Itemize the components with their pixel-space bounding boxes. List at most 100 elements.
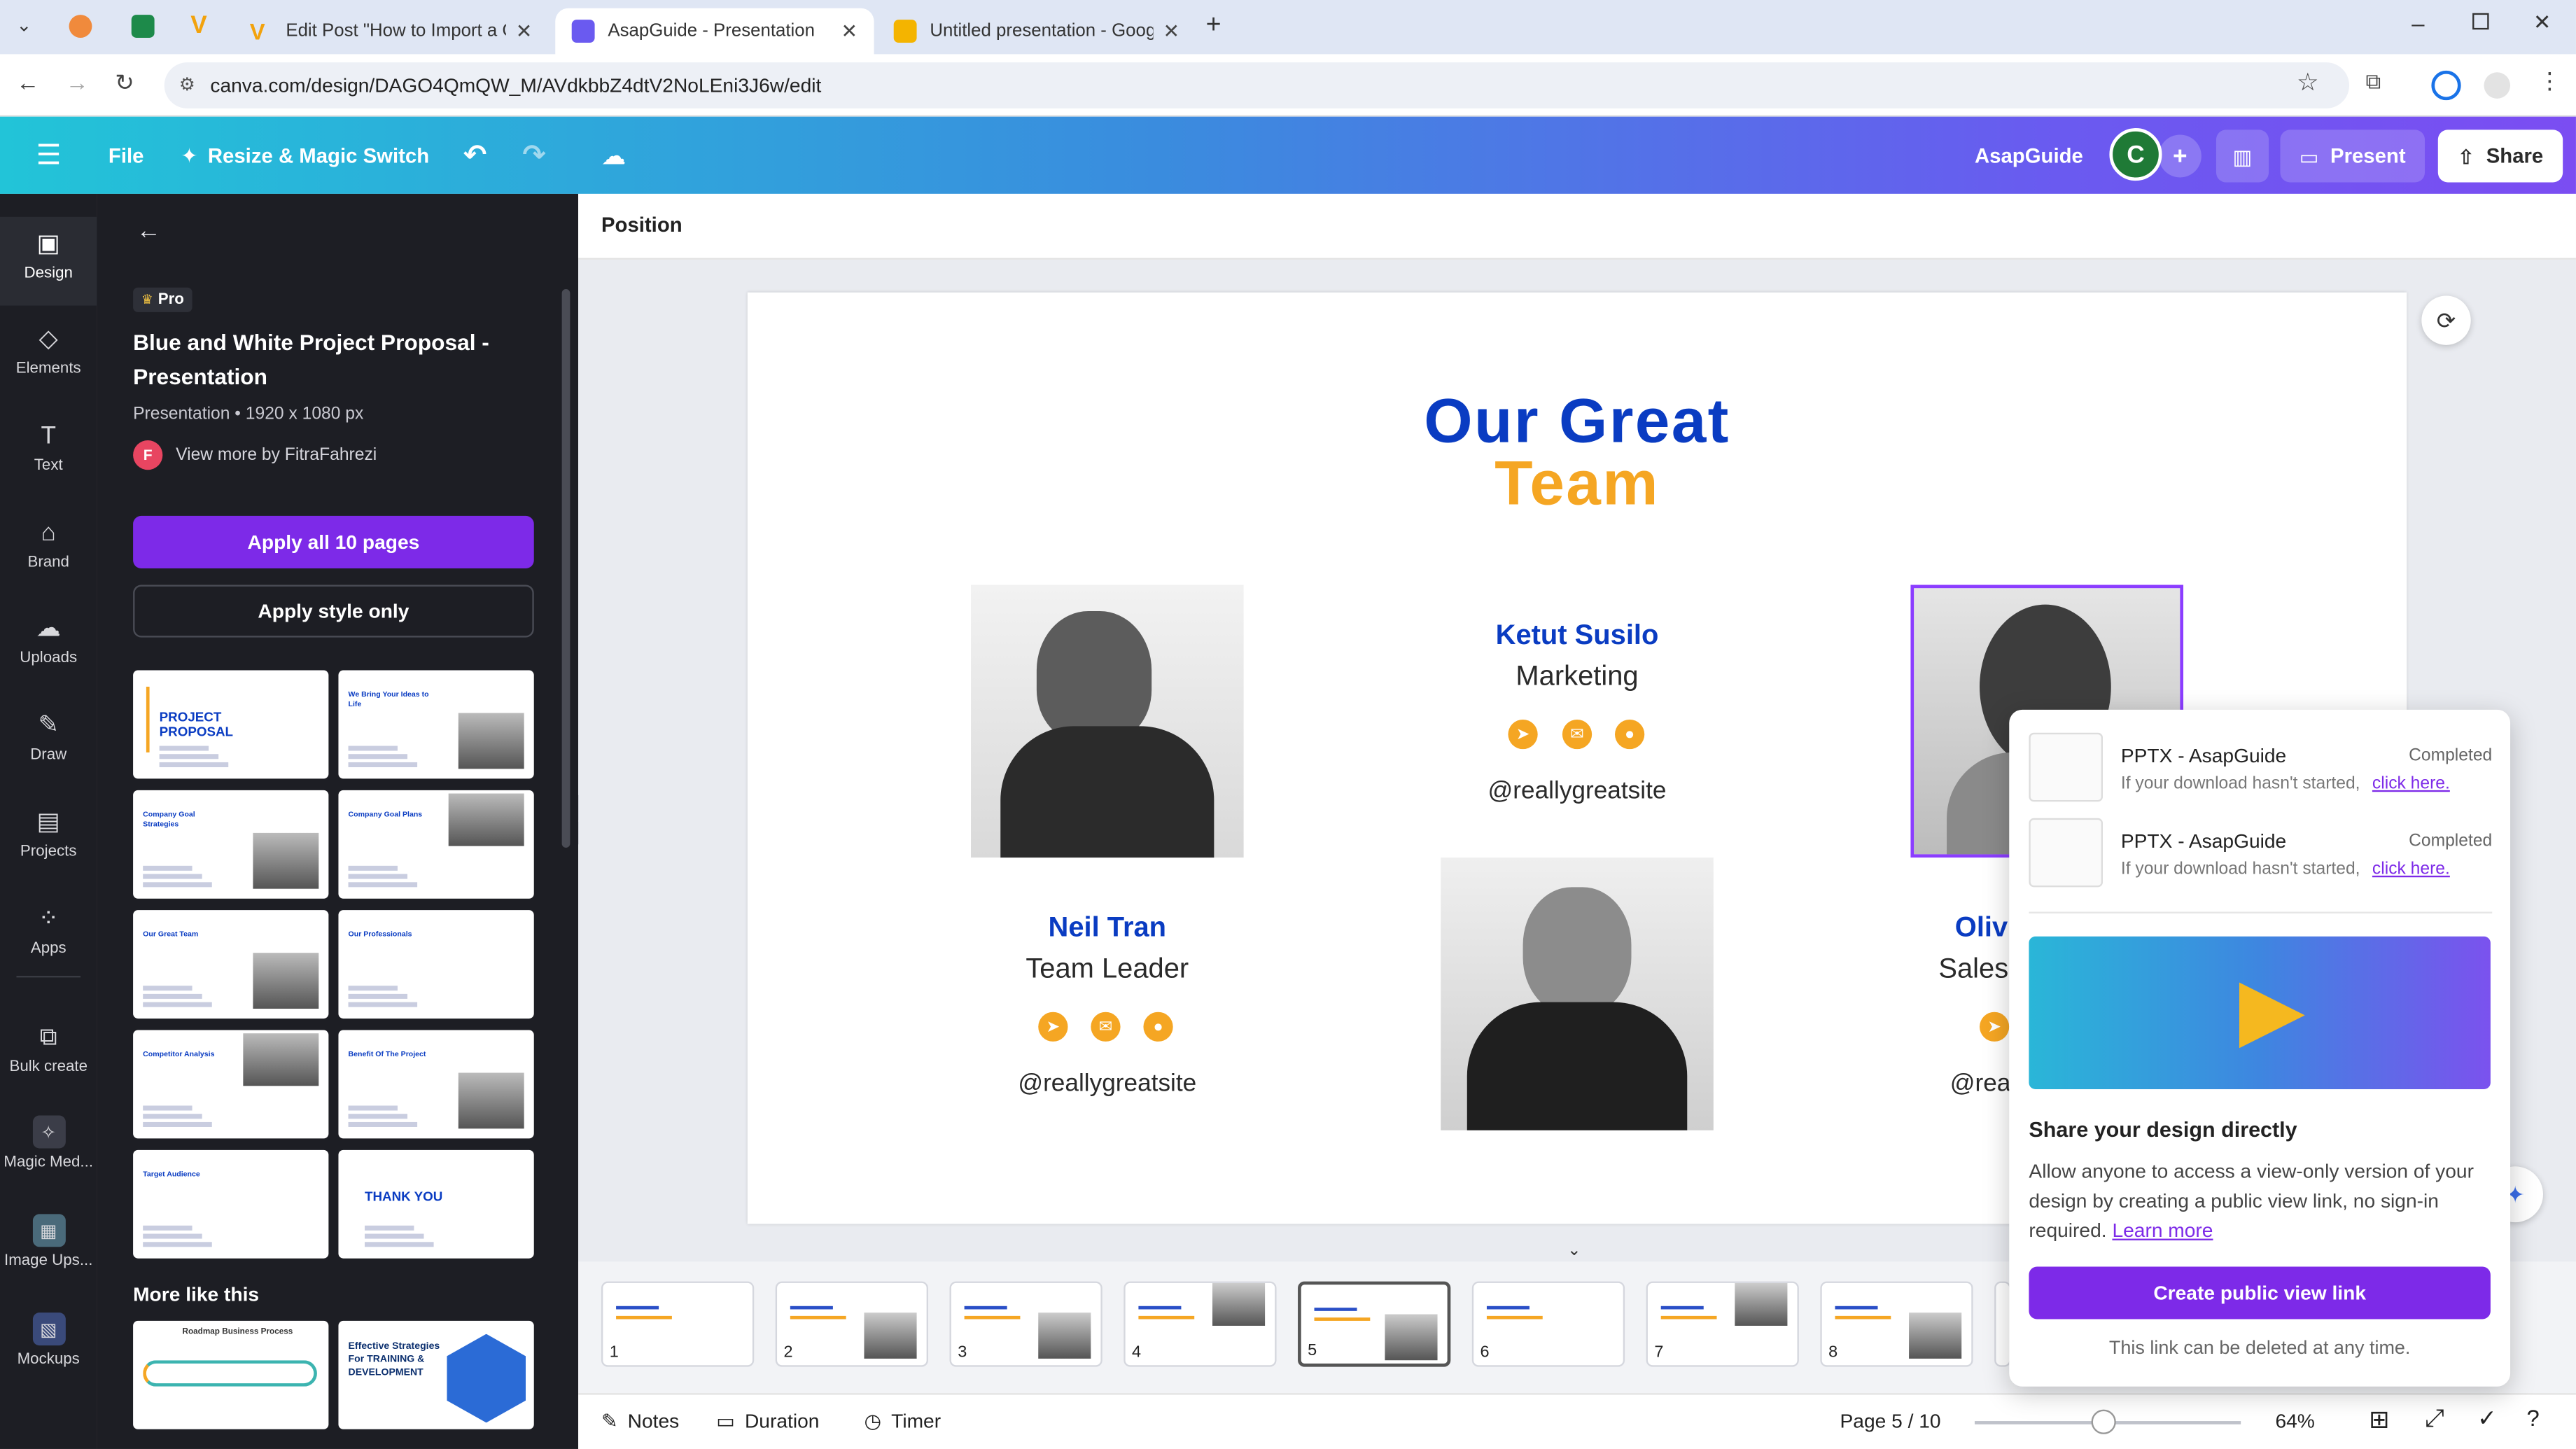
template-page-thumb[interactable]: Competitor Analysis (133, 1030, 329, 1139)
rail-item-design[interactable]: ▣ Design (0, 216, 97, 306)
arrow-circle-icon: ➤ (1980, 1011, 2010, 1042)
share-button[interactable]: ⇧ Share (2437, 130, 2563, 183)
redo-icon[interactable]: ↷ (522, 117, 545, 194)
create-public-view-link-button[interactable]: Create public view link (2029, 1266, 2491, 1320)
resize-magic-switch-button[interactable]: ✦ Resize & Magic Switch (181, 117, 429, 194)
close-icon[interactable]: ✕ (516, 20, 533, 43)
rail-item-mockups[interactable]: ▧ Mockups (0, 1303, 97, 1392)
filmstrip-page-4[interactable]: 4 (1124, 1281, 1277, 1367)
apply-all-pages-button[interactable]: Apply all 10 pages (133, 515, 534, 569)
back-arrow-icon[interactable]: ← (136, 217, 161, 245)
restore-icon[interactable] (2472, 13, 2489, 30)
more-template-roadmap[interactable]: Roadmap Business Process (133, 1320, 329, 1429)
download-icon[interactable] (2431, 70, 2461, 101)
project-name[interactable]: AsapGuide (1975, 117, 2083, 194)
duration-button[interactable]: ▭ Duration (716, 1410, 819, 1433)
filmstrip-page-partial[interactable] (1994, 1281, 2011, 1367)
url-field[interactable]: ⚙ canva.com/design/DAGO4QmQW_M/AVdkbbZ4d… (164, 62, 2350, 108)
author-avatar[interactable]: F (133, 440, 163, 470)
member-photo-neil[interactable] (971, 584, 1244, 858)
filmstrip-page-8[interactable]: 8 (1820, 1281, 1973, 1367)
pinned-tab-2[interactable] (131, 15, 155, 38)
tab-edit-post[interactable]: V Edit Post "How to Import a Can ✕ (233, 8, 549, 55)
filmstrip-page-1[interactable]: 1 (601, 1281, 755, 1367)
timer-button[interactable]: ◷ Timer (864, 1410, 941, 1433)
position-button[interactable]: Position (601, 214, 682, 237)
undo-icon[interactable]: ↶ (463, 117, 486, 194)
page-number: 5 (1308, 1342, 1317, 1361)
member-photo-ketut[interactable] (1441, 858, 1714, 1130)
insights-button[interactable]: ▥ (2216, 130, 2269, 183)
template-page-thumb[interactable]: Benefit Of The Project (338, 1030, 534, 1139)
avatar[interactable]: C (2109, 128, 2162, 181)
rail-item-draw[interactable]: ✎ Draw (0, 698, 97, 787)
tab-untitled-presentation[interactable]: Untitled presentation - Google ✕ (877, 8, 1196, 55)
file-menu-button[interactable]: File (108, 117, 144, 194)
apply-style-only-button[interactable]: Apply style only (133, 584, 534, 638)
hamburger-menu-icon[interactable]: ☰ (36, 117, 62, 194)
share-download-popup: PPTX - AsapGuide Completed If your downl… (2009, 709, 2511, 1387)
template-page-thumb[interactable]: Company Goal Plans (338, 790, 534, 899)
grid-view-icon[interactable]: ⊞ (2369, 1405, 2390, 1434)
filmstrip-page-3[interactable]: 3 (949, 1281, 1102, 1367)
author-link[interactable]: View more by FitraFahrezi (176, 445, 377, 465)
fullscreen-icon[interactable]: ⤢ (2425, 1405, 2444, 1433)
rail-item-uploads[interactable]: ☁ Uploads (0, 601, 97, 690)
close-icon[interactable]: ✕ (1163, 20, 1180, 43)
comment-add-icon[interactable]: ⟳ (2421, 295, 2471, 345)
filmstrip-page-5[interactable]: 5 (1298, 1281, 1451, 1367)
cloud-saved-icon[interactable]: ☁ (601, 117, 626, 194)
present-icon: ▭ (2299, 145, 2319, 169)
learn-more-link[interactable]: Learn more (2112, 1219, 2213, 1242)
help-icon[interactable]: ? (2527, 1405, 2540, 1432)
rail-item-magic-med[interactable]: ✧ Magic Med... (0, 1105, 97, 1194)
forward-icon[interactable]: → (66, 69, 89, 96)
template-page-thumb[interactable]: We Bring Your Ideas to Life (338, 670, 534, 779)
rail-item-brand[interactable]: ⌂ Brand (0, 506, 97, 595)
profile-icon[interactable] (2484, 72, 2511, 99)
rail-item-image-ups[interactable]: ▦ Image Ups... (0, 1204, 97, 1293)
pinned-tab-1[interactable] (69, 15, 92, 38)
browser-menu-icon[interactable]: ⋮ (2538, 67, 2561, 95)
filmstrip-page-6[interactable]: 6 (1471, 1281, 1625, 1367)
template-page-thumb[interactable]: Our Great Team (133, 910, 329, 1019)
extensions-icon[interactable]: ⧉ (2366, 69, 2381, 96)
download-thumbnail (2029, 732, 2104, 802)
template-page-thumb[interactable]: THANK YOU (338, 1149, 534, 1259)
tab-label: AsapGuide - Presentation (608, 21, 815, 41)
more-template-training[interactable]: Effective Strategies For TRAINING & DEVE… (338, 1320, 534, 1429)
bookmark-star-icon[interactable]: ☆ (2297, 67, 2319, 97)
template-page-thumb[interactable]: Company Goal Strategies (133, 790, 329, 899)
rail-item-elements[interactable]: ◇ Elements (0, 312, 97, 401)
filmstrip-page-7[interactable]: 7 (1646, 1281, 1799, 1367)
present-button[interactable]: ▭ Present (2280, 130, 2426, 183)
notes-button[interactable]: ✎ Notes (601, 1410, 679, 1433)
check-icon[interactable]: ✓ (2477, 1405, 2497, 1433)
tab-asapguide-presentation[interactable]: AsapGuide - Presentation ✕ (555, 8, 874, 55)
new-tab-icon[interactable]: + (1206, 11, 1222, 41)
add-collaborator-icon[interactable]: + (2158, 134, 2202, 178)
page-indicator[interactable]: Page 5 / 10 (1840, 1410, 1941, 1433)
download-click-here-link[interactable]: click here. (2372, 859, 2450, 878)
zoom-slider-thumb[interactable] (2091, 1409, 2116, 1434)
pinned-tab-3[interactable]: V (190, 11, 207, 39)
rail-item-projects[interactable]: ▤ Projects (0, 795, 97, 884)
window-close-icon[interactable]: ✕ (2533, 10, 2552, 36)
rail-item-bulk-create[interactable]: ⧉ Bulk create (0, 1010, 97, 1099)
zoom-level[interactable]: 64% (2275, 1410, 2314, 1433)
filmstrip-page-2[interactable]: 2 (775, 1281, 928, 1367)
download-click-here-link[interactable]: click here. (2372, 774, 2450, 793)
tab-search-icon[interactable]: ⌄ (16, 15, 31, 36)
rail-item-text[interactable]: T Text (0, 409, 97, 498)
template-page-thumb[interactable]: PROJECT PROPOSAL (133, 670, 329, 779)
back-icon[interactable]: ← (16, 69, 39, 96)
close-icon[interactable]: ✕ (841, 20, 858, 43)
hide-pages-chevron-icon[interactable]: ⌄ (1567, 1242, 1581, 1260)
template-page-thumb[interactable]: Target Audience (133, 1149, 329, 1259)
site-info-icon[interactable]: ⚙ (179, 74, 195, 95)
template-page-thumb[interactable]: Our Professionals (338, 910, 534, 1019)
rail-item-apps[interactable]: ⁘ Apps (0, 892, 97, 981)
minimize-icon[interactable]: – (2412, 10, 2424, 36)
reload-icon[interactable]: ↻ (115, 69, 134, 97)
panel-scrollbar[interactable] (561, 289, 570, 848)
